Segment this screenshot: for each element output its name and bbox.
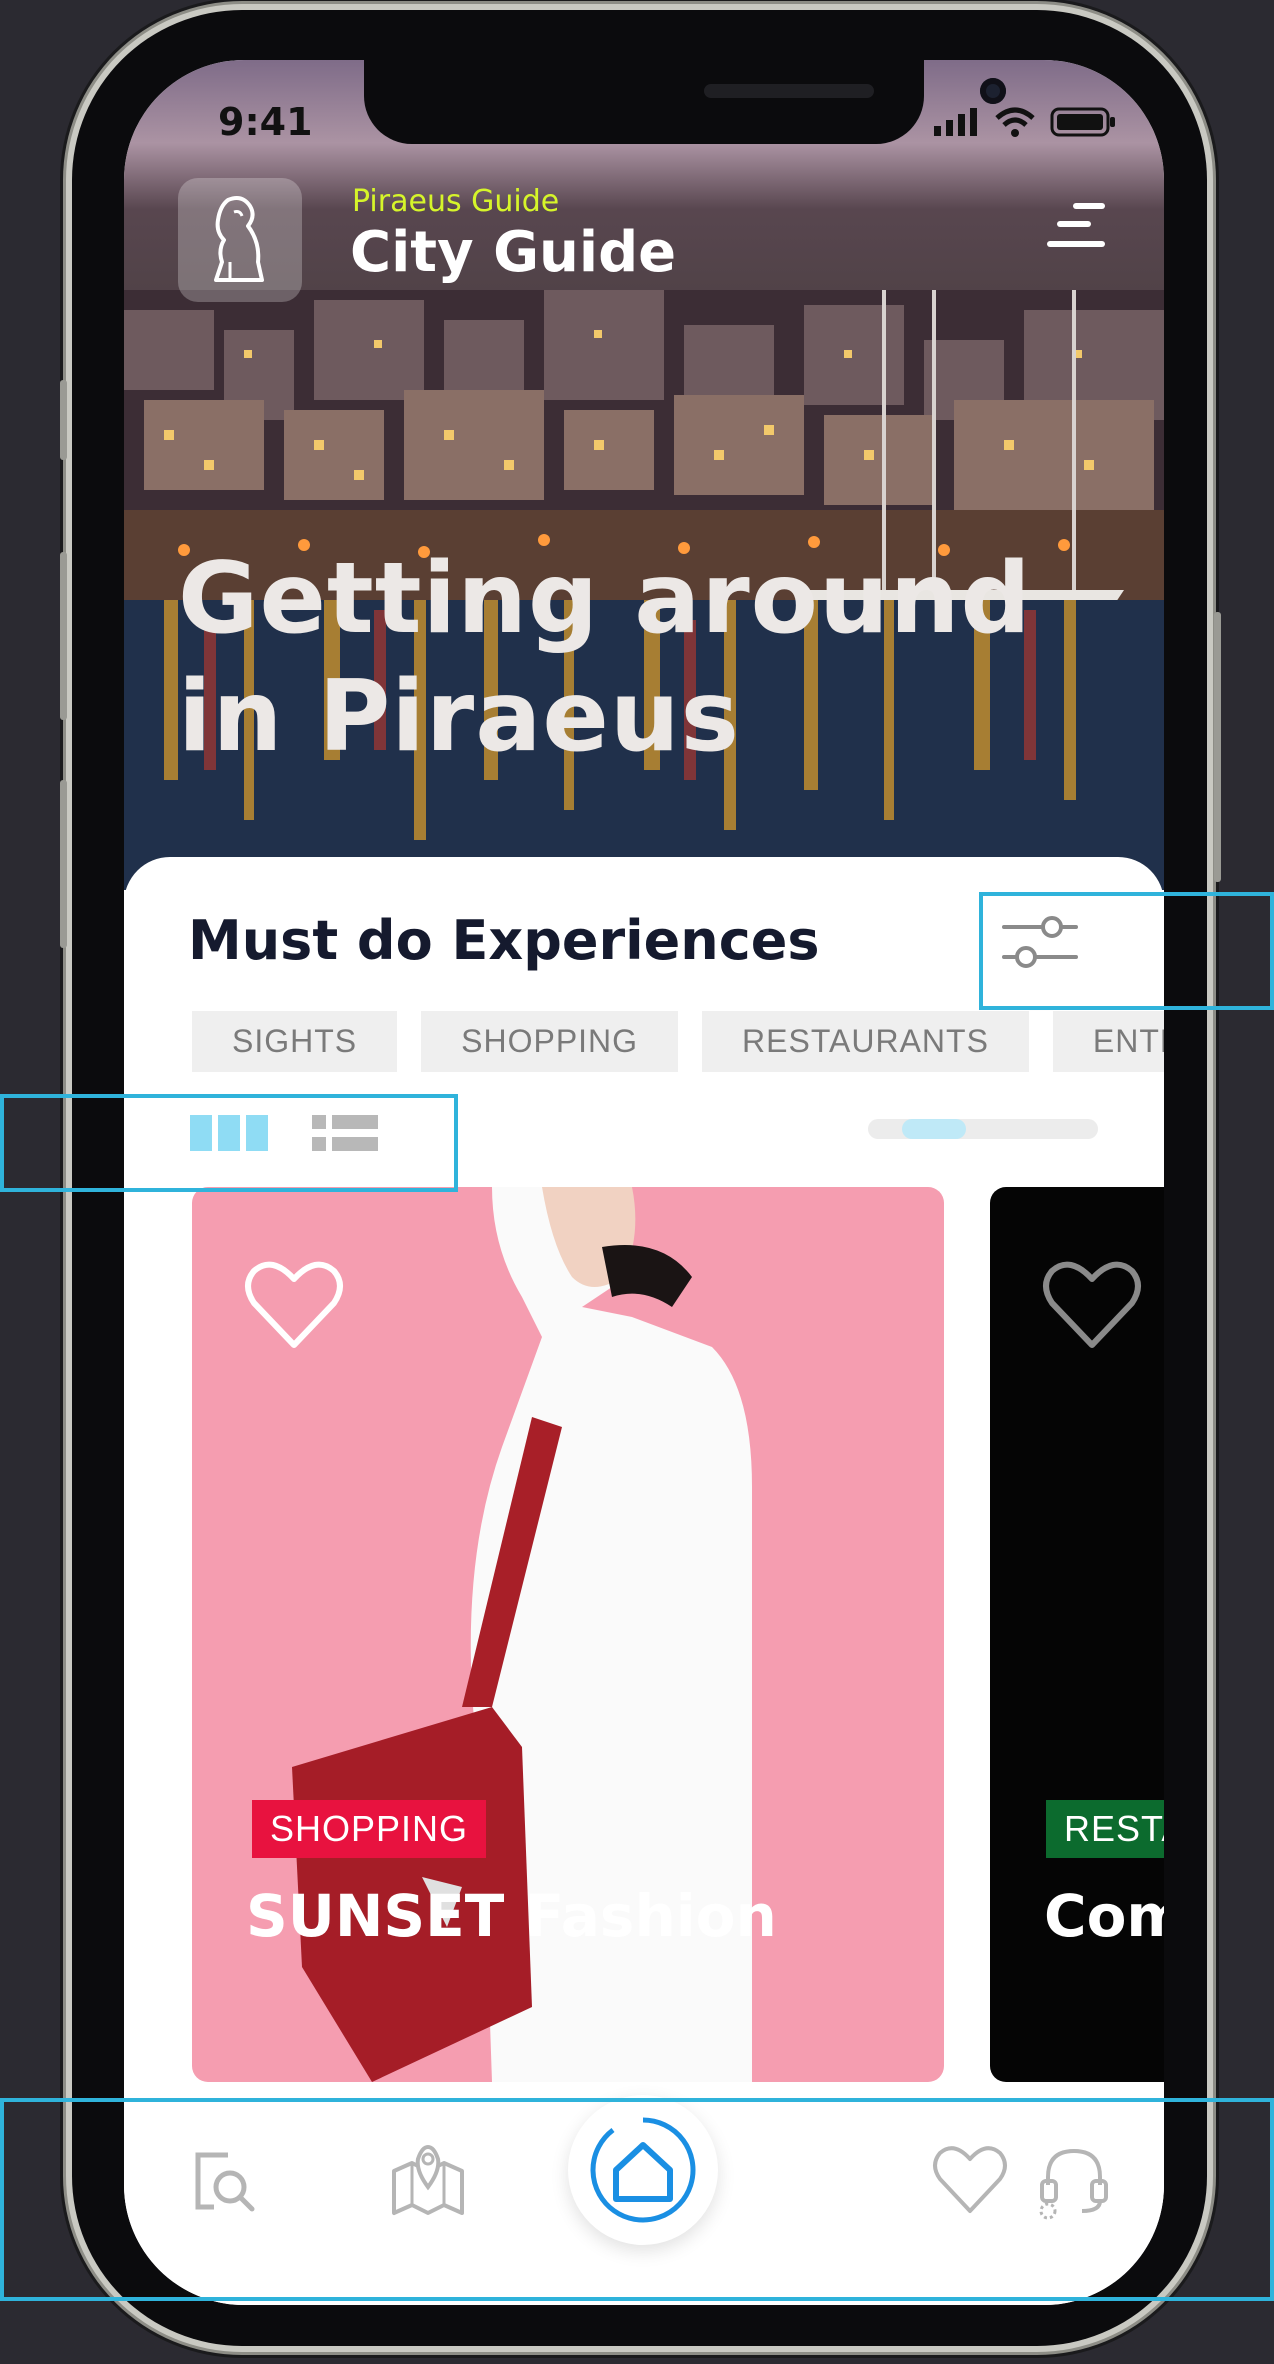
chip-entertainment[interactable]: ENTERTA xyxy=(1052,1011,1164,1072)
hero-title-line2: in Piraeus xyxy=(178,660,740,774)
hero-image: 9:41 Piraeus Guide City Guide Getting ar… xyxy=(124,60,1164,890)
signal-icon xyxy=(934,108,977,136)
lion-icon xyxy=(214,196,264,282)
card-title: Com xyxy=(1044,1882,1164,1950)
status-icons xyxy=(934,106,1116,138)
favorite-heart-icon[interactable] xyxy=(244,1259,344,1351)
category-chips: SIGHTS SHOPPING RESTAURANTS ENTERTA xyxy=(192,1011,1164,1072)
side-button xyxy=(60,780,67,948)
highlight-box-filter xyxy=(979,892,1274,1010)
category-tag: SHOPPING xyxy=(252,1800,487,1858)
section-title: Must do Experiences xyxy=(188,909,820,972)
app-subtitle: Piraeus Guide xyxy=(352,184,560,219)
speaker-grille xyxy=(704,84,874,98)
experience-card[interactable]: RESTA Com xyxy=(990,1187,1164,2082)
side-button xyxy=(60,380,67,460)
app-logo[interactable] xyxy=(178,178,302,302)
side-button xyxy=(60,552,67,720)
experience-card[interactable]: SHOPPING SUNSET Fashion xyxy=(192,1187,944,2082)
wifi-icon xyxy=(995,107,1035,137)
highlight-box-view-toggle xyxy=(0,1094,458,1192)
status-time: 9:41 xyxy=(218,100,313,144)
chip-restaurants[interactable]: RESTAURANTS xyxy=(702,1011,1029,1072)
highlight-box-bottom-nav xyxy=(0,2098,1274,2301)
app-title: City Guide xyxy=(350,220,677,285)
hero-title-line1: Getting around xyxy=(178,542,1032,656)
battery-icon xyxy=(1050,107,1115,137)
chip-sights[interactable]: SIGHTS xyxy=(192,1011,398,1072)
experiences-sheet: Must do Experiences SIGHTS SHOPPING REST… xyxy=(124,857,1164,2157)
hero-title: Getting around in Piraeus xyxy=(178,540,1032,776)
carousel-scroll-indicator[interactable] xyxy=(868,1119,1098,1139)
scroll-thumb[interactable] xyxy=(902,1119,966,1139)
favorite-heart-icon[interactable] xyxy=(1042,1259,1142,1351)
menu-icon[interactable] xyxy=(1044,200,1108,260)
side-button xyxy=(1214,612,1221,882)
front-camera xyxy=(980,78,1006,104)
card-title: SUNSET Fashion xyxy=(246,1882,777,1950)
chip-shopping[interactable]: SHOPPING xyxy=(421,1011,679,1072)
notch xyxy=(364,60,1006,144)
category-tag: RESTA xyxy=(1046,1800,1164,1858)
